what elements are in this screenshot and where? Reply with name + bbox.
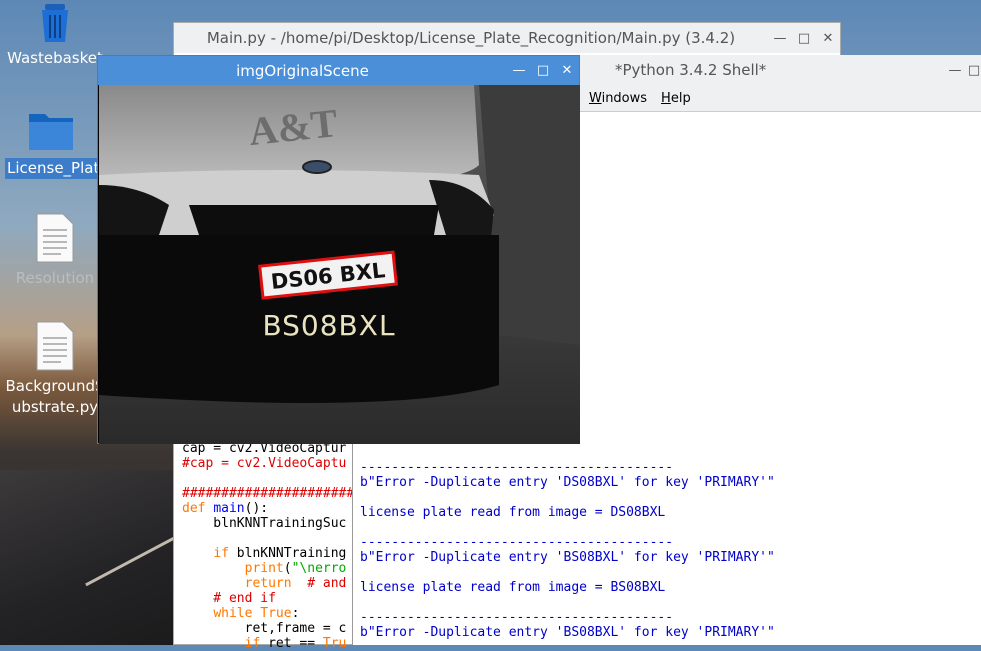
editor-titlebar[interactable]: Main.py - /home/pi/Desktop/License_Plate…	[174, 23, 840, 53]
code-line: if ret == Tru	[244, 636, 347, 651]
menu-windows[interactable]: Windows	[589, 91, 647, 106]
shell-output-line	[360, 490, 775, 505]
shell-output-line: b"Error -Duplicate entry 'BS08BXL' for k…	[360, 550, 775, 565]
code-line: print("\nerro	[244, 561, 347, 576]
img-original-scene-window[interactable]: imgOriginalScene — □ ✕ A&T DS06 BXL BS08…	[97, 55, 580, 444]
code-line: ret,frame = c	[182, 621, 347, 636]
desktop-icon-label: Resolution	[15, 269, 95, 287]
code-line: return # and	[244, 576, 347, 591]
desktop-icon-label: License_Plate_Recognition	[5, 158, 204, 179]
code-line: if blnKNNTraining	[213, 546, 347, 561]
van-logo-text: A&T	[247, 100, 340, 154]
maximize-icon[interactable]: □	[792, 31, 816, 46]
shell-output-line: license plate read from image = DS08BXL	[360, 505, 666, 520]
menu-help[interactable]: Help	[661, 91, 691, 106]
desktop-icon-label: BackgroundSubstrate.py	[5, 377, 105, 416]
desktop-icon-wastebasket[interactable]: Wastebasket	[5, 0, 105, 69]
shell-output-line	[360, 445, 775, 460]
minimize-icon[interactable]: —	[943, 63, 967, 78]
shell-output-line: b"Error -Duplicate entry 'BS08BXL' for k…	[360, 625, 775, 640]
recognized-plate-text: BS08BXL	[262, 309, 395, 342]
maximize-icon[interactable]: □	[531, 63, 555, 78]
code-line: def main():	[182, 501, 269, 516]
shell-output-line	[360, 595, 775, 610]
minimize-icon[interactable]: —	[768, 31, 792, 46]
shell-output-line: ----------------------------------------	[360, 610, 674, 625]
maximize-icon[interactable]: □	[967, 63, 981, 78]
shell-output-line	[360, 565, 775, 580]
python-file-icon	[36, 321, 74, 371]
code-line: while True:	[213, 606, 300, 621]
code-line: ######################	[182, 486, 355, 501]
desktop-road	[0, 470, 180, 645]
shell-output-line: b"Error -Duplicate entry 'DS08BXL' for k…	[360, 475, 775, 490]
editor-title: Main.py - /home/pi/Desktop/License_Plate…	[206, 29, 736, 47]
editor-code[interactable]: cap = cv2.VideoCaptur #cap = cv2.VideoCap…	[182, 441, 354, 651]
shell-output-line: license plate read from image = BS08BXL	[360, 580, 666, 595]
desktop-icon-background-substrate[interactable]: BackgroundSubstrate.py	[5, 320, 105, 418]
desktop-icon-label: Wastebasket	[7, 49, 103, 67]
close-icon[interactable]: ✕	[555, 63, 579, 78]
shell-output-line	[360, 520, 775, 535]
camera-scene-image: A&T DS06 BXL BS08BXL	[99, 85, 580, 444]
desktop-icon-license-plate-folder[interactable]: License_Plate_Recognition	[5, 108, 204, 179]
close-icon[interactable]: ✕	[816, 31, 840, 46]
desktop-icon-resolution[interactable]: Resolution	[5, 212, 105, 289]
trash-icon	[42, 4, 68, 42]
code-line: #cap = cv2.VideoCaptu	[182, 456, 347, 471]
image-window-titlebar[interactable]: imgOriginalScene — □ ✕	[98, 56, 579, 85]
folder-icon	[29, 114, 73, 150]
code-line: # end if	[182, 591, 276, 606]
minimize-icon[interactable]: —	[507, 63, 531, 78]
code-line: blnKNNTrainingSuc	[182, 516, 347, 531]
van-front-image: A&T DS06 BXL BS08BXL	[99, 85, 580, 444]
shell-output-line: ----------------------------------------	[360, 535, 674, 550]
document-icon	[36, 213, 74, 263]
shell-output-line: ----------------------------------------	[360, 460, 674, 475]
image-window-title: imgOriginalScene	[236, 61, 369, 80]
